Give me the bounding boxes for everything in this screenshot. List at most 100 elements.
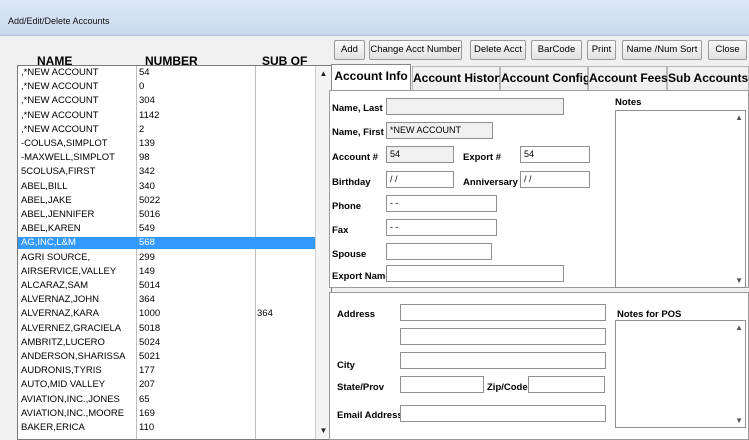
- list-item[interactable]: BAKER,ERICA 110: [18, 422, 316, 434]
- account-number-cell: 2: [139, 123, 145, 135]
- account-number-cell: 1000: [139, 308, 161, 320]
- print-button[interactable]: Print: [587, 40, 616, 60]
- anniversary-label: Anniversary: [463, 177, 518, 188]
- email-address-label: Email Address: [337, 410, 403, 421]
- export-name-label: Export Name: [332, 271, 391, 282]
- list-item[interactable]: -MAXWELL,SIMPLOT 98: [18, 152, 316, 164]
- list-item[interactable]: ,*NEW ACCOUNT 2: [18, 124, 316, 136]
- account-name-cell: ABEL,JENNIFER: [21, 209, 95, 220]
- name-first-label: Name, First: [332, 127, 384, 138]
- account-number-field[interactable]: 54: [386, 146, 454, 163]
- birthday-field[interactable]: / /: [386, 171, 454, 188]
- list-item[interactable]: ALCARAZ,SAM 5014: [18, 280, 316, 292]
- account-number-cell: 149: [139, 265, 155, 277]
- list-item[interactable]: ABEL,BILL 340: [18, 181, 316, 193]
- city-field[interactable]: [400, 352, 606, 369]
- account-name-cell: ,*NEW ACCOUNT: [21, 81, 99, 93]
- list-item[interactable]: -COLUSA,SIMPLOT 139: [18, 138, 316, 150]
- scroll-down-arrow-icon[interactable]: ▼: [735, 276, 743, 285]
- name-last-field[interactable]: [386, 98, 564, 115]
- spouse-field[interactable]: [386, 243, 492, 260]
- account-name-cell: ABEL,KAREN: [21, 223, 81, 235]
- list-item[interactable]: AMBRITZ,LUCERO 5024: [18, 337, 316, 349]
- barcode-button[interactable]: BarCode: [531, 40, 582, 60]
- notes-textarea[interactable]: ▲ ▼: [615, 110, 746, 288]
- delete-acct-button[interactable]: Delete Acct: [470, 40, 526, 60]
- list-item[interactable]: ALVERNAZ,JOHN 364: [18, 294, 316, 306]
- add-button[interactable]: Add: [334, 40, 365, 60]
- account-number-cell: 5018: [139, 322, 161, 334]
- list-item[interactable]: AVIATION,INC.,MOORE 169: [18, 408, 316, 420]
- list-item[interactable]: ,*NEW ACCOUNT 1142: [18, 110, 316, 122]
- email-address-field[interactable]: [400, 405, 606, 422]
- scroll-up-arrow-icon[interactable]: ▲: [316, 67, 331, 81]
- list-item[interactable]: 5COLUSA,FIRST 342: [18, 166, 316, 178]
- list-item[interactable]: ANDERSON,SHARISSA 5021: [18, 351, 316, 363]
- list-item[interactable]: AUDRONIS,TYRIS 177: [18, 365, 316, 377]
- account-name-cell: AVIATION,INC.,MOORE: [21, 407, 125, 419]
- scroll-up-arrow-icon[interactable]: ▲: [735, 323, 743, 332]
- tab-sub-accounts[interactable]: Sub Accounts: [667, 66, 749, 90]
- scroll-down-arrow-icon[interactable]: ▼: [735, 416, 743, 425]
- account-number-cell: 549: [139, 223, 155, 235]
- account-name-cell: AMBRITZ,LUCERO: [21, 336, 105, 348]
- list-item[interactable]: AG,INC,L&M 568: [18, 237, 316, 250]
- list-item[interactable]: ALVERNEZ,GRACIELA 5018: [18, 323, 316, 335]
- address-line1-field[interactable]: [400, 304, 606, 321]
- account-number-cell: 110: [139, 422, 155, 433]
- name-first-field[interactable]: *NEW ACCOUNT: [386, 122, 493, 139]
- name-last-label: Name, Last: [332, 103, 383, 114]
- list-item[interactable]: ALVERNAZ,KARA 1000 364: [18, 308, 316, 320]
- address-label: Address: [337, 309, 376, 320]
- account-name-cell: ,*NEW ACCOUNT: [21, 67, 99, 78]
- accounts-list[interactable]: ,*NEW ACCOUNT 54 ,*NEW ACCOUNT 0 ,*NEW ACCOU…: [17, 65, 332, 440]
- list-item[interactable]: ABEL,JAKE 5022: [18, 195, 316, 207]
- list-item[interactable]: AIRSERVICE,VALLEY 149: [18, 266, 316, 278]
- account-name-cell: ,*NEW ACCOUNT: [21, 123, 99, 135]
- account-number-cell: 177: [139, 365, 155, 377]
- close-button[interactable]: Close: [708, 40, 747, 60]
- account-name-cell: AIRSERVICE,VALLEY: [21, 265, 117, 277]
- tab-account-history[interactable]: Account History: [412, 66, 506, 90]
- export-number-field[interactable]: 54: [520, 146, 590, 163]
- scroll-up-arrow-icon[interactable]: ▲: [735, 113, 743, 122]
- tab-account-config[interactable]: Account Config: [500, 66, 590, 90]
- birthday-label: Birthday: [332, 177, 371, 188]
- address-line2-field[interactable]: [400, 328, 606, 345]
- account-name-cell: ,*NEW ACCOUNT: [21, 95, 99, 107]
- tab-account-fees[interactable]: Account Fees: [588, 66, 668, 90]
- account-number-cell: 0: [139, 81, 145, 93]
- account-name-cell: AG,INC,L&M: [21, 237, 76, 249]
- state-prov-field[interactable]: [400, 376, 484, 393]
- window-title: Add/Edit/Delete Accounts: [8, 16, 110, 26]
- list-item[interactable]: ABEL,KAREN 549: [18, 223, 316, 235]
- phone-field[interactable]: - -: [386, 195, 497, 212]
- list-item[interactable]: ABEL,JENNIFER 5016: [18, 209, 316, 221]
- notes-for-pos-textarea[interactable]: ▲ ▼: [615, 320, 746, 428]
- account-name-cell: BAKER,ERICA: [21, 422, 85, 433]
- account-number-cell: 65: [139, 393, 150, 405]
- export-name-field[interactable]: [386, 265, 564, 282]
- phone-label: Phone: [332, 201, 362, 212]
- fax-field[interactable]: - -: [386, 219, 497, 236]
- list-item[interactable]: ,*NEW ACCOUNT 0: [18, 81, 316, 93]
- zip-code-field[interactable]: [528, 376, 605, 393]
- account-number-cell: 568: [139, 237, 155, 249]
- account-number-cell: 1142: [139, 109, 160, 121]
- notes-for-pos-label: Notes for POS: [617, 309, 682, 320]
- list-item[interactable]: AVIATION,INC.,JONES 65: [18, 394, 316, 406]
- account-name-cell: ALVERNAZ,JOHN: [21, 294, 99, 306]
- account-number-cell: 340: [139, 180, 155, 192]
- account-name-cell: ABEL,JAKE: [21, 194, 72, 206]
- name-num-sort-button[interactable]: Name /Num Sort: [622, 40, 702, 60]
- list-item[interactable]: ,*NEW ACCOUNT 304: [18, 95, 316, 107]
- account-number-cell: 5016: [139, 209, 161, 220]
- list-item[interactable]: AGRI SOURCE, 299: [18, 252, 316, 264]
- list-item[interactable]: AUTO,MID VALLEY 207: [18, 379, 316, 391]
- tab-account-info[interactable]: Account Info: [331, 64, 411, 90]
- change-acct-number-button[interactable]: Change Acct Number: [369, 40, 462, 60]
- list-item[interactable]: ,*NEW ACCOUNT 54: [18, 67, 316, 79]
- account-name-cell: ALCARAZ,SAM: [21, 280, 89, 291]
- anniversary-field[interactable]: / /: [520, 171, 590, 188]
- account-number-cell: 5022: [139, 194, 161, 206]
